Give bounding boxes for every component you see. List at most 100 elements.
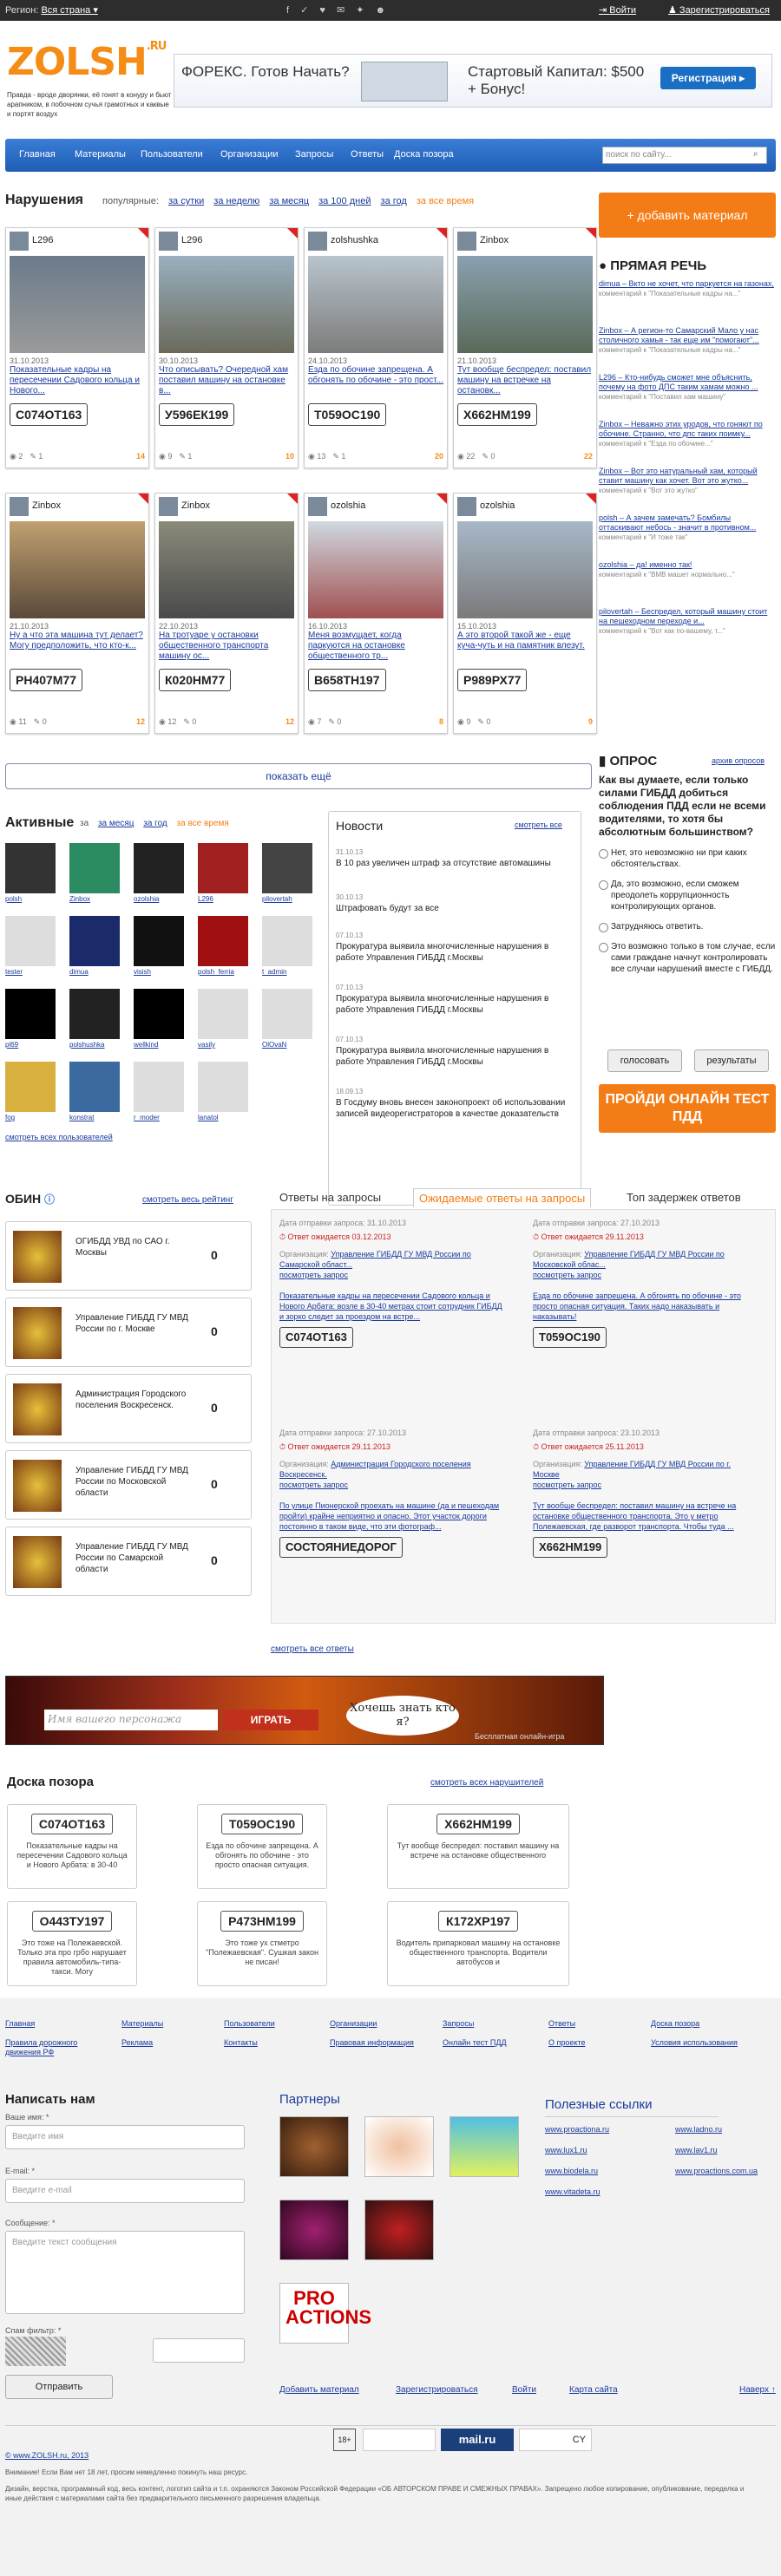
shame-plate[interactable]: Т059ОС190 — [220, 1814, 304, 1834]
see-request-link[interactable]: посмотреть запрос — [533, 1480, 758, 1490]
answer-text[interactable]: Езда по обочине запрещена. А обгонять по… — [533, 1291, 758, 1322]
org-name[interactable]: Управление ГИБДД ГУ МВД России по г. Мос… — [75, 1312, 197, 1335]
violation-card[interactable]: Zinbox 21.10.2013 Тут вообще беспредел: по… — [453, 227, 597, 468]
see-request-link[interactable]: посмотреть запрос — [279, 1480, 505, 1490]
answer-plate[interactable]: СОСТОЯНИЕДОРОГ — [279, 1537, 403, 1558]
partner-5[interactable] — [364, 2200, 434, 2260]
obin-org[interactable]: Администрация Городского поселения Воскр… — [5, 1374, 252, 1443]
filter-month[interactable]: за месяц — [269, 196, 309, 206]
violation-photo[interactable] — [308, 256, 443, 353]
footer-link[interactable]: Доска позора — [651, 2019, 746, 2029]
news-item[interactable]: 31.10.13 В 10 раз увеличен штраф за отсут… — [336, 847, 577, 869]
license-plate[interactable]: С074ОТ163 — [10, 403, 89, 426]
game-ad-banner[interactable]: Имя вашего персонажа ИГРАТЬ Хочешь знать… — [5, 1676, 604, 1745]
org-name[interactable]: Администрация Городского поселения Воскр… — [75, 1389, 197, 1411]
info-icon[interactable]: ⓘ — [44, 1193, 55, 1206]
org-name[interactable]: Управление ГИБДД ГУ МВД России по Москов… — [75, 1465, 197, 1499]
speech-comment[interactable]: комментарий к "Езда по обочине..." — [599, 439, 776, 448]
bottom-link[interactable]: Добавить материал — [279, 2385, 359, 2395]
ad-name-input[interactable]: Имя вашего персонажа — [44, 1710, 218, 1730]
active-filter-all[interactable]: за все время — [177, 819, 229, 828]
card-username[interactable]: ozolshia — [480, 500, 515, 511]
speech-comment[interactable]: комментарий к "ВМВ машет нормально..." — [599, 570, 776, 579]
active-user[interactable]: pl69 — [5, 989, 57, 1049]
poll-option-4[interactable]: Это возможно только в том случае, если с… — [599, 941, 776, 975]
speech-comment[interactable]: комментарий к "Вот это жутко" — [599, 486, 776, 495]
card-description[interactable]: Показательные кадры на пересечении Садов… — [10, 365, 145, 396]
news-text[interactable]: Прокуратура выявила многочисленные наруш… — [336, 941, 577, 964]
name-input[interactable]: Введите имя — [5, 2125, 245, 2149]
nav-item-home[interactable]: Главная — [19, 149, 56, 160]
user-name[interactable]: polshushka — [69, 1041, 121, 1049]
footer-link[interactable]: Правила дорожного движения РФ — [5, 2038, 101, 2057]
card-description[interactable]: Что описывать? Очередной хам поставил ма… — [159, 365, 294, 396]
user-avatar[interactable] — [198, 989, 248, 1039]
speech-text[interactable]: Zinbox – Вот это натуральный хам, которы… — [599, 467, 776, 486]
site-logo[interactable]: ZOLSH.RU — [7, 40, 167, 84]
user-avatar[interactable] — [69, 989, 120, 1039]
filter-year[interactable]: за год — [381, 196, 407, 206]
user-avatar[interactable] — [262, 916, 312, 966]
user-avatar[interactable] — [5, 1062, 56, 1112]
active-user[interactable]: polsh_ferria — [198, 916, 250, 976]
violation-card[interactable]: Zinbox 21.10.2013 Ну а что эта машина тут … — [5, 493, 149, 734]
speech-text[interactable]: polsh – А зачем замечать? Бомбилы оттаск… — [599, 513, 776, 533]
violation-photo[interactable] — [308, 521, 443, 618]
nav-item-requests[interactable]: Запросы — [295, 149, 333, 160]
all-answers-link[interactable]: смотреть все ответы — [271, 1644, 354, 1654]
shame-item[interactable]: Х662НМ199 Тут вообще беспредел: поставил … — [387, 1804, 569, 1889]
bottom-link[interactable]: Карта сайта — [569, 2385, 618, 2395]
footer-link[interactable]: Пользователи — [224, 2019, 319, 2029]
user-name[interactable]: tester — [5, 968, 57, 976]
license-plate[interactable]: Р989РХ77 — [457, 669, 528, 691]
news-item[interactable]: 18.09.13 В Госдуму вновь внесен законопро… — [336, 1086, 577, 1120]
results-button[interactable]: результаты — [694, 1049, 769, 1072]
see-request-link[interactable]: посмотреть запрос — [533, 1270, 758, 1280]
active-user[interactable]: L296 — [198, 843, 250, 903]
search-input[interactable]: поиск по сайту... — [602, 147, 767, 164]
violation-photo[interactable] — [457, 256, 593, 353]
useful-link[interactable]: www.proactiona.ru — [545, 2125, 609, 2135]
violation-card[interactable]: L296 31.10.2013 Показательные кадры на пер… — [5, 227, 149, 468]
active-user[interactable]: visish — [134, 916, 186, 976]
news-all-link[interactable]: смотреть все — [515, 821, 562, 829]
nav-item-materials[interactable]: Материалы — [75, 149, 126, 160]
region-value[interactable]: Вся страна ▾ — [41, 5, 97, 16]
card-username[interactable]: ozolshia — [331, 500, 365, 511]
speech-text[interactable]: Zinbox – Неважно этих уродов, что гоняют… — [599, 420, 776, 439]
footer-link[interactable]: Реклама — [121, 2038, 217, 2048]
answer-text[interactable]: По улице Пионерской проехать на машине (… — [279, 1500, 505, 1532]
bottom-link[interactable]: Зарегистрироваться — [396, 2385, 478, 2395]
region-selector[interactable]: Регион: Вся страна ▾ — [5, 4, 98, 16]
user-avatar[interactable] — [69, 1062, 120, 1112]
active-filter-year[interactable]: за год — [143, 819, 167, 828]
answer-text[interactable]: Показательные кадры на пересечении Садов… — [279, 1291, 505, 1322]
speech-text[interactable]: dimua – Вкто не хочет, что паркуется на … — [599, 279, 776, 289]
violation-card[interactable]: ozolshia 16.10.2013 Меня возмущает, когда … — [304, 493, 448, 734]
shame-plate[interactable]: Р473НМ199 — [220, 1911, 304, 1932]
bottom-link[interactable]: Войти — [512, 2385, 536, 2395]
speech-item[interactable]: L296 – Кто-нибудь сможет мне объяснить, … — [599, 373, 776, 402]
answer-item[interactable]: Дата отправки запроса: 27.10.2013 ⏱ Ответ… — [279, 1428, 505, 1558]
nav-item-shame-board[interactable]: Доска позора — [394, 149, 454, 160]
active-user[interactable]: pilovertah — [262, 843, 314, 903]
obin-org[interactable]: Управление ГИБДД ГУ МВД России по Самарс… — [5, 1527, 252, 1596]
answer-item[interactable]: Дата отправки запроса: 27.10.2013 ⏱ Ответ… — [533, 1218, 758, 1348]
shame-plate[interactable]: Х662НМ199 — [436, 1814, 520, 1834]
avatar[interactable] — [308, 497, 327, 516]
card-description[interactable]: Ну а что эта машина тут делает? Могу пре… — [10, 631, 145, 662]
useful-link[interactable]: www.biodela.ru — [545, 2167, 598, 2176]
active-user[interactable]: tester — [5, 916, 57, 976]
see-request-link[interactable]: посмотреть запрос — [279, 1270, 505, 1280]
card-username[interactable]: L296 — [32, 235, 53, 245]
speech-text[interactable]: Zinbox – А регион-то Самарский Мало у на… — [599, 326, 776, 345]
user-avatar[interactable] — [198, 1062, 248, 1112]
register-link[interactable]: ♟ Зарегистрироваться — [668, 4, 770, 16]
user-name[interactable]: wellkind — [134, 1041, 186, 1049]
speech-comment[interactable]: комментарий к "Поставил хам машину" — [599, 392, 776, 402]
footer-link[interactable]: Онлайн тест ПДД — [443, 2038, 538, 2048]
card-username[interactable]: zolshushka — [331, 235, 378, 245]
user-avatar[interactable] — [5, 843, 56, 893]
up-link[interactable]: Наверх ↑ — [739, 2385, 776, 2395]
all-users-link[interactable]: смотреть всех пользователей — [5, 1133, 113, 1141]
